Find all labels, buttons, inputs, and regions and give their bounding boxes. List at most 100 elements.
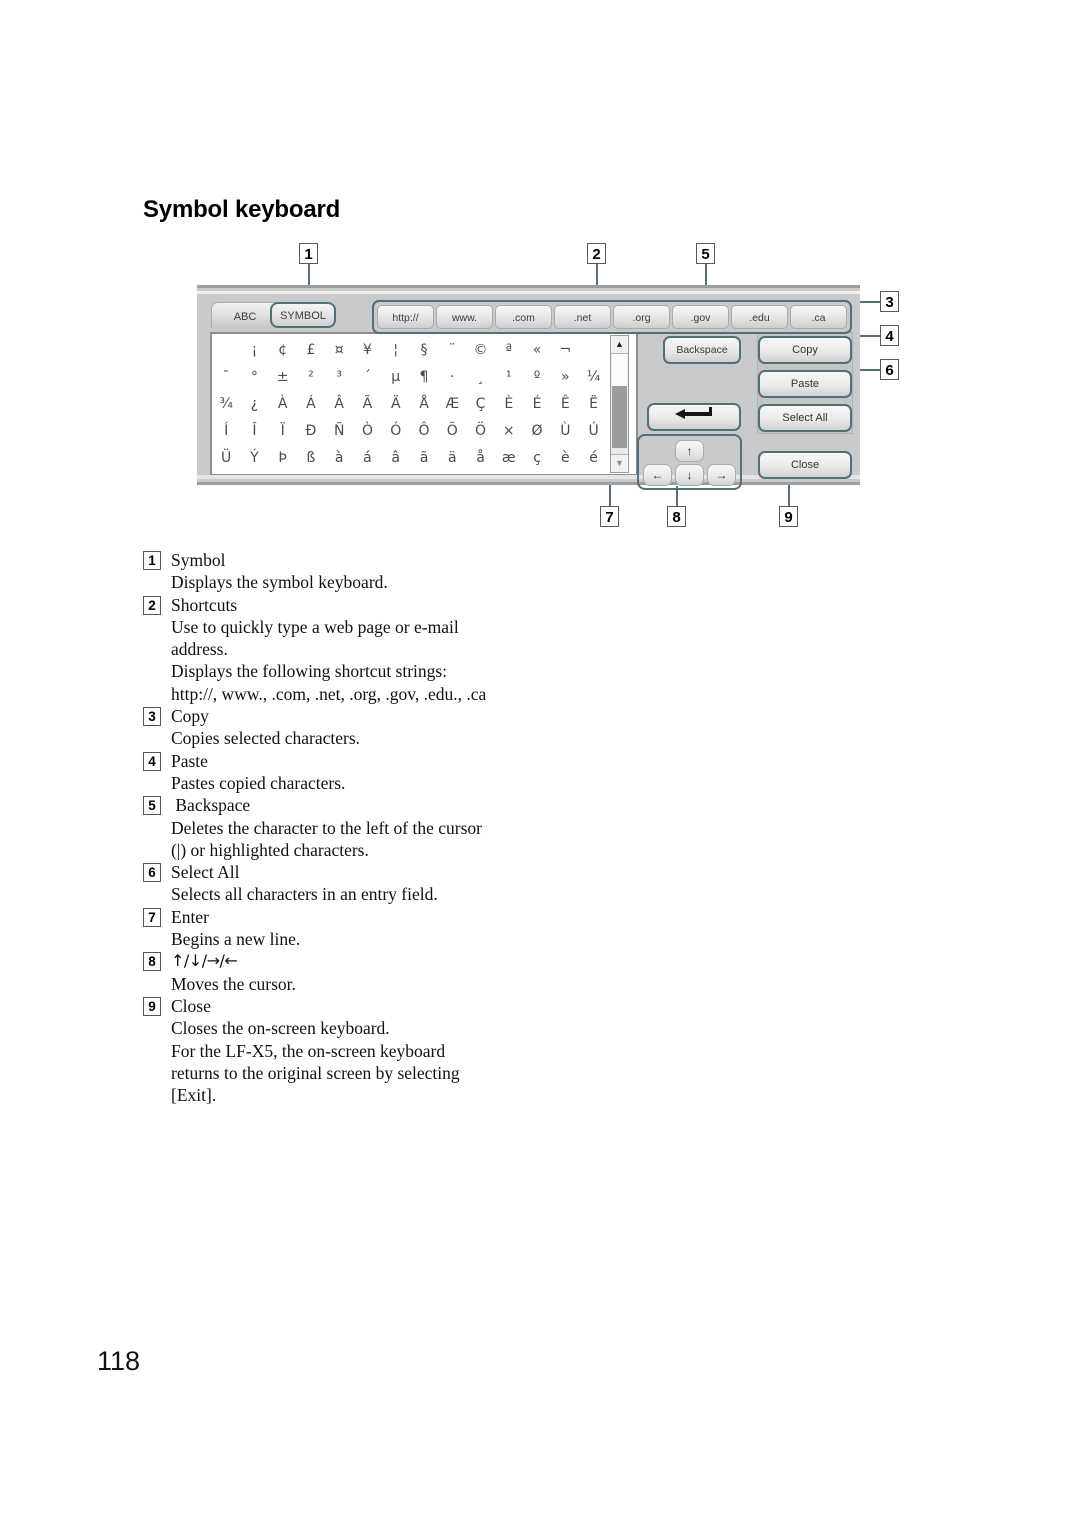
symbol-key[interactable]: Þ: [269, 451, 297, 465]
symbol-key[interactable]: ¼: [579, 370, 607, 384]
legend-number: 7: [143, 907, 161, 927]
symbol-key[interactable]: ¾: [212, 397, 240, 411]
legend-item: 2 Shortcuts Use to quickly type a web pa…: [143, 594, 573, 705]
symbol-key[interactable]: ´: [353, 370, 381, 384]
symbol-key[interactable]: Í: [212, 424, 240, 438]
shortcut-key-org[interactable]: .org: [613, 305, 670, 329]
symbol-key[interactable]: ¡: [240, 343, 268, 357]
arrow-up-key[interactable]: ↑: [675, 440, 704, 462]
symbol-key[interactable]: ç: [523, 451, 551, 465]
enter-button[interactable]: [647, 403, 741, 431]
callout-2: 2: [587, 243, 606, 264]
symbol-key[interactable]: ²: [297, 370, 325, 384]
symbol-key[interactable]: ­: [579, 343, 607, 357]
symbol-key[interactable]: ã: [410, 451, 438, 465]
symbol-key[interactable]: °: [240, 370, 268, 384]
symbol-key[interactable]: ±: [269, 370, 297, 384]
symbol-key[interactable]: Ï: [269, 424, 297, 438]
symbol-key[interactable]: ¢: [269, 343, 297, 357]
symbol-key[interactable]: Ã: [353, 397, 381, 411]
arrow-down-key[interactable]: ↓: [675, 464, 704, 486]
symbol-key[interactable]: ä: [438, 451, 466, 465]
arrow-left-key[interactable]: ←: [643, 464, 672, 486]
symbol-key[interactable]: ·: [438, 370, 466, 384]
symbol-key[interactable]: ¬: [551, 343, 579, 357]
symbol-key[interactable]: Ü: [212, 451, 240, 465]
paste-button[interactable]: Paste: [758, 370, 852, 398]
scroll-up-icon[interactable]: ▲: [611, 336, 628, 354]
symbol-key[interactable]: å: [466, 451, 494, 465]
symbol-key[interactable]: Ñ: [325, 424, 353, 438]
symbol-key[interactable]: Â: [325, 397, 353, 411]
symbol-key[interactable]: È: [495, 397, 523, 411]
scrollbar-track[interactable]: [612, 354, 627, 386]
symbol-key[interactable]: Ê: [551, 397, 579, 411]
symbol-key[interactable]: Õ: [438, 424, 466, 438]
symbol-key[interactable]: ß: [297, 451, 325, 465]
select-all-button[interactable]: Select All: [758, 404, 852, 432]
shortcut-key-ca[interactable]: .ca: [790, 305, 847, 329]
shortcut-key-net[interactable]: .net: [554, 305, 611, 329]
symbol-grid-scrollbar[interactable]: ▲ ▼: [610, 335, 629, 473]
backspace-button[interactable]: Backspace: [663, 336, 741, 364]
symbol-key[interactable]: Ù: [551, 424, 579, 438]
copy-button[interactable]: Copy: [758, 336, 852, 364]
symbol-key[interactable]: Ë: [579, 397, 607, 411]
symbol-key[interactable]: Î: [240, 424, 268, 438]
symbol-key[interactable]: è: [551, 451, 579, 465]
legend-body: ↑/↓/→/← Moves the cursor.: [161, 950, 573, 995]
symbol-key[interactable]: Å: [410, 397, 438, 411]
scrollbar-thumb[interactable]: [612, 386, 627, 448]
symbol-key[interactable]: ¹: [495, 370, 523, 384]
shortcut-key-edu[interactable]: .edu: [731, 305, 788, 329]
symbol-key[interactable]: ×: [495, 424, 523, 438]
symbol-key[interactable]: ¦: [382, 343, 410, 357]
symbol-key[interactable]: £: [297, 343, 325, 357]
symbol-key[interactable]: ¸: [466, 370, 494, 384]
symbol-key[interactable]: µ: [382, 370, 410, 384]
symbol-key[interactable]: ¶: [410, 370, 438, 384]
symbol-key[interactable]: ¤: [325, 343, 353, 357]
close-button[interactable]: Close: [758, 451, 852, 479]
symbol-key[interactable]: «: [523, 343, 551, 357]
symbol-key[interactable]: »: [551, 370, 579, 384]
symbol-key[interactable]: Ö: [466, 424, 494, 438]
symbol-key[interactable]: §: [410, 343, 438, 357]
tab-abc[interactable]: ABC: [211, 302, 279, 328]
symbol-key[interactable]: Ô: [410, 424, 438, 438]
symbol-key[interactable]: ¨: [438, 343, 466, 357]
shortcut-key-gov[interactable]: .gov: [672, 305, 729, 329]
symbol-key[interactable]: ¥: [353, 343, 381, 357]
tab-symbol[interactable]: SYMBOL: [270, 302, 336, 328]
symbol-key[interactable]: ¯: [212, 370, 240, 384]
symbol-key[interactable]: æ: [495, 451, 523, 465]
symbol-key[interactable]: Ä: [382, 397, 410, 411]
scroll-down-icon[interactable]: ▼: [611, 454, 628, 472]
symbol-key[interactable]: Ó: [382, 424, 410, 438]
symbol-key[interactable]: À: [269, 397, 297, 411]
symbol-key[interactable]: ³: [325, 370, 353, 384]
symbol-key[interactable]: Ø: [523, 424, 551, 438]
shortcut-key-www[interactable]: www.: [436, 305, 493, 329]
legend-body: Enter Begins a new line.: [161, 906, 573, 951]
shortcut-key-com[interactable]: .com: [495, 305, 552, 329]
symbol-key[interactable]: Ú: [579, 424, 607, 438]
symbol-key[interactable]: Ò: [353, 424, 381, 438]
symbol-key[interactable]: ¿: [240, 397, 268, 411]
symbol-key[interactable]: Æ: [438, 397, 466, 411]
symbol-key[interactable]: á: [353, 451, 381, 465]
symbol-key[interactable]: â: [382, 451, 410, 465]
symbol-key[interactable]: à: [325, 451, 353, 465]
symbol-key[interactable]: ª: [495, 343, 523, 357]
symbol-key[interactable]: ©: [466, 343, 494, 357]
shortcut-key-http[interactable]: http://: [377, 305, 434, 329]
callout-3: 3: [880, 291, 899, 312]
symbol-key[interactable]: É: [523, 397, 551, 411]
symbol-key[interactable]: Ý: [240, 451, 268, 465]
symbol-key[interactable]: Ð: [297, 424, 325, 438]
arrow-right-key[interactable]: →: [707, 464, 736, 486]
symbol-key[interactable]: º: [523, 370, 551, 384]
symbol-key[interactable]: Á: [297, 397, 325, 411]
symbol-key[interactable]: é: [579, 451, 607, 465]
symbol-key[interactable]: Ç: [466, 397, 494, 411]
